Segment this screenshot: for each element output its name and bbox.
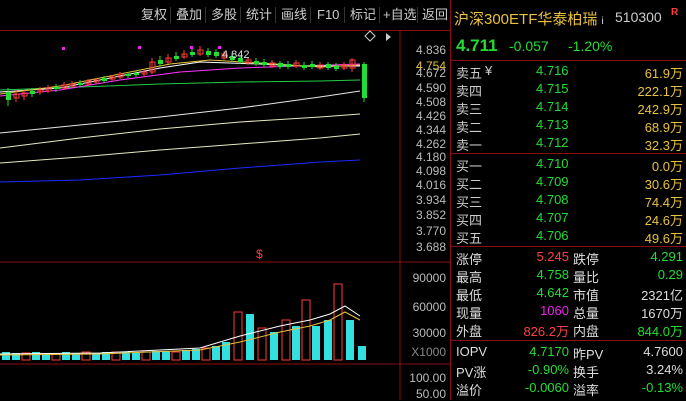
- iopv-label: IOPV: [456, 344, 488, 359]
- buy-level-4[interactable]: 买四 4.707 24.6万: [451, 209, 686, 228]
- price-tick: 4.508: [415, 95, 446, 109]
- statistics-button[interactable]: 统计: [246, 5, 272, 25]
- price-tick: 4.262: [415, 137, 446, 151]
- event-marker-icon: $: [256, 247, 263, 261]
- cur-vol-label: 现量: [456, 306, 483, 321]
- diamond-icon[interactable]: [364, 30, 376, 42]
- turnover-label: 换手: [573, 365, 600, 380]
- volume-bars: [0, 283, 366, 361]
- currency-icon: ¥: [485, 63, 493, 78]
- premium-rate-label: 溢率: [573, 383, 600, 398]
- turnover-value: 3.24%: [646, 362, 683, 377]
- price-tick: 4.180: [415, 150, 446, 164]
- price-tick: 3.852: [415, 208, 446, 222]
- premium-label: 溢价: [456, 383, 483, 398]
- buy-level-3[interactable]: 买三 4.708 74.4万: [451, 191, 686, 210]
- mkt-cap-label: 市值: [573, 288, 600, 303]
- high-value: 4.758: [536, 267, 569, 282]
- price-tick: 4.590: [415, 81, 446, 95]
- kline-canvas[interactable]: 4.842 $: [0, 30, 450, 400]
- prev-pv-label: 昨PV: [573, 347, 604, 362]
- last-price: 4.711: [456, 36, 498, 55]
- iopv-value: 4.7170: [529, 344, 569, 359]
- limit-up-label: 涨停: [456, 252, 483, 267]
- vol-ratio-value: 0.29: [657, 267, 683, 282]
- pv-chg-value: -0.90%: [527, 362, 569, 377]
- total-vol-label: 总量: [573, 306, 600, 321]
- inner-label: 内盘: [573, 324, 600, 339]
- high-price-label: 4.842: [222, 49, 250, 61]
- price-tick: 4.098: [415, 164, 446, 178]
- sell-level-4[interactable]: 卖四 4.715 222.1万: [451, 80, 686, 99]
- premium-value: -0.0060: [524, 380, 569, 395]
- mark-button[interactable]: 标记: [350, 5, 376, 25]
- inner-value: 844.0万: [637, 324, 683, 339]
- price-tick: 4.836: [415, 43, 446, 57]
- collapse-icon[interactable]: [386, 33, 391, 41]
- limit-up-value: 5.245: [536, 249, 569, 264]
- sell-level-5[interactable]: 卖五 ¥4.716 61.9万: [451, 62, 686, 81]
- moving-average-lines: [0, 59, 361, 183]
- price-tick: 3.688: [415, 240, 446, 254]
- sell-level-2[interactable]: 卖二 4.713 68.9万: [451, 116, 686, 135]
- mkt-cap-value: 2321亿: [641, 288, 683, 303]
- price-tick: 3.934: [415, 193, 446, 207]
- sell-level-1[interactable]: 卖一 4.712 32.3万: [451, 134, 686, 153]
- quote-panel: 沪深300ETF华泰柏瑞 i 510300 R 4.711 -0.057 -1.…: [450, 0, 686, 400]
- volume-tick: 30000: [412, 326, 446, 340]
- volume-tick: 60000: [412, 300, 446, 314]
- vol-ratio-label: 量比: [573, 270, 600, 285]
- buy-level-5[interactable]: 买五 4.706 49.6万: [451, 227, 686, 246]
- add-watchlist-button[interactable]: +自选: [383, 5, 417, 25]
- sub-tick: 100.00: [409, 371, 446, 385]
- chart-toolbar: 复权 叠加 多股 统计 画线 F10 标记 +自选 返回: [0, 0, 450, 31]
- security-code: 510300: [615, 9, 662, 25]
- price-tick: 4.426: [415, 109, 446, 123]
- multi-stock-button[interactable]: 多股: [211, 5, 237, 25]
- kline-chart[interactable]: 4.842 $ 4.836 4.754 4.672 4.590 4.508 4.…: [0, 30, 450, 401]
- outer-label: 外盘: [456, 324, 483, 339]
- volume-unit-label: X1000: [411, 345, 446, 359]
- overlay-button[interactable]: 叠加: [176, 5, 202, 25]
- premium-rate-value: -0.13%: [641, 380, 683, 395]
- sub-tick: 50.00: [415, 387, 446, 401]
- draw-line-button[interactable]: 画线: [281, 5, 307, 25]
- pv-chg-label: PV涨: [456, 365, 487, 380]
- low-value: 4.642: [536, 285, 569, 300]
- prev-pv-value: 4.7600: [643, 344, 683, 359]
- margin-mark-badge: R: [671, 7, 679, 18]
- price-change: -0.057: [509, 38, 549, 54]
- limit-down-label: 跌停: [573, 252, 600, 267]
- volume-tick: 90000: [412, 271, 446, 285]
- price-change-pct: -1.20%: [568, 38, 613, 54]
- restore-rights-button[interactable]: 复权: [141, 5, 167, 25]
- outer-value: 826.2万: [523, 324, 569, 339]
- limit-down-value: 4.291: [650, 249, 683, 264]
- back-button[interactable]: 返回: [422, 5, 448, 25]
- buy-level-1[interactable]: 买一 4.710 0.0万: [451, 155, 686, 174]
- price-tick: 4.344: [415, 123, 446, 137]
- security-name: 沪深300ETF华泰柏瑞 i: [454, 11, 604, 28]
- buy-level-2[interactable]: 买二 4.709 30.6万: [451, 173, 686, 192]
- price-tick: 4.672: [415, 66, 446, 80]
- sell-level-3[interactable]: 卖三 4.714 242.9万: [451, 98, 686, 117]
- price-tick: 3.770: [415, 224, 446, 238]
- total-vol-value: 1670万: [641, 306, 683, 321]
- price-tick: 4.016: [415, 178, 446, 192]
- f10-button[interactable]: F10: [317, 5, 339, 25]
- cur-vol-value: 1060: [540, 303, 569, 318]
- low-label: 最低: [456, 288, 483, 303]
- candlesticks: [6, 46, 367, 106]
- high-label: 最高: [456, 270, 483, 285]
